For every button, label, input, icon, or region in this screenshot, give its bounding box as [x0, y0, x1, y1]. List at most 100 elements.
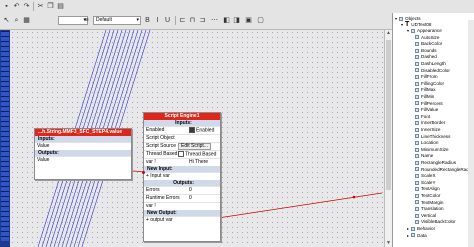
runtime-errors-label: Runtime Errors — [146, 195, 180, 201]
tree-item[interactable]: FillFrom — [415, 74, 438, 79]
panel-scrollbar[interactable] — [468, 20, 474, 247]
save-icon[interactable]: ▪ — [2, 2, 11, 11]
tree-item[interactable]: Dashed — [415, 54, 437, 59]
tree-item-label: Appearance — [417, 28, 442, 33]
text-object-icon: T — [405, 21, 410, 28]
tree-item[interactable]: FillPercent — [415, 101, 443, 106]
tree-item[interactable]: Font — [415, 114, 430, 119]
bring-front-icon[interactable]: ◧ — [222, 16, 231, 25]
string-node[interactable]: ...h.String.MMF3_SFC_STEP4.value Inputs:… — [34, 128, 132, 180]
group-icon[interactable]: ▣ — [244, 16, 253, 25]
property-icon — [415, 180, 419, 185]
property-icon — [415, 94, 419, 99]
script-engine-node[interactable]: Script Engine1 Inputs: Enabled Enabled S… — [143, 112, 221, 242]
tree-item-label: ScaleY — [421, 179, 436, 185]
tree-item[interactable]: FillingColor — [415, 81, 444, 86]
tree-item[interactable]: AutoSize — [415, 35, 439, 40]
add-input-var-button[interactable]: + Input var — [144, 172, 220, 180]
scroll-down-icon[interactable]: ▼ — [385, 240, 392, 247]
tree-item[interactable]: FillMin — [415, 94, 434, 99]
tree-item-label: Behavior — [417, 226, 436, 231]
design-canvas[interactable]: ...h.String.MMF3_SFC_STEP4.value Inputs:… — [10, 30, 384, 247]
distribute-icon[interactable]: ⋯ — [210, 16, 219, 25]
paste-icon[interactable]: ▤ — [56, 2, 65, 11]
objects-panel: ▾ Objects ▾ T UDText08 ▾ Appearance AutoSize B… — [392, 13, 474, 247]
tree-item[interactable]: ScaleX — [415, 173, 436, 178]
enabled-value: Enabled — [196, 127, 215, 134]
tree-item[interactable]: ScaleY — [415, 180, 436, 185]
tree-item[interactable]: MinimumSize — [415, 147, 449, 152]
tree-item[interactable]: Name — [415, 153, 433, 158]
tree-item[interactable]: Location — [415, 140, 438, 145]
tree-item[interactable]: DisabledColor — [415, 68, 450, 73]
tree-item[interactable]: DashLength — [415, 61, 446, 66]
tree-item[interactable]: Bounds — [415, 48, 437, 53]
runtime-errors-value: 0 — [189, 195, 192, 201]
canvas-vertical-scrollbar[interactable]: ▲ ▼ — [384, 30, 392, 247]
property-icon — [415, 121, 419, 126]
align-right-icon[interactable]: ⊐ — [198, 16, 207, 25]
ungroup-icon[interactable]: ▢ — [256, 16, 265, 25]
thread-based-value: Thread Based — [185, 151, 217, 158]
tree-item-label: InnerSize — [421, 127, 441, 132]
property-icon — [415, 41, 419, 46]
property-icon — [415, 206, 419, 211]
grid-icon[interactable]: ▦ — [22, 16, 31, 25]
tree-item[interactable]: Translation — [415, 206, 444, 211]
bold-icon[interactable]: B — [143, 16, 152, 25]
zoom-icon[interactable]: ⌕ — [12, 16, 21, 25]
align-left-icon[interactable]: ⊏ — [178, 16, 187, 25]
pointer-icon[interactable]: ↖ — [2, 16, 11, 25]
tree-item[interactable]: Vertical — [415, 213, 436, 218]
tree-item-label: Dashed — [421, 54, 437, 60]
var-output-row[interactable]: var ! — [144, 202, 220, 210]
property-icon — [415, 140, 419, 145]
tree-item[interactable]: ▸ Behavior — [407, 226, 435, 231]
input-port-dot[interactable] — [142, 171, 145, 174]
undo-icon[interactable]: ↶ — [12, 2, 21, 11]
value-input-row[interactable]: Value — [35, 142, 131, 150]
send-back-icon[interactable]: ◨ — [232, 16, 241, 25]
italic-icon[interactable]: I — [153, 16, 162, 25]
redo-icon[interactable]: ↷ — [22, 2, 31, 11]
tree-item[interactable]: ▸ Data — [407, 233, 427, 238]
property-icon — [415, 114, 419, 119]
property-icon — [415, 55, 419, 60]
tree-item[interactable]: FillValue — [415, 107, 438, 112]
property-icon — [415, 101, 419, 106]
connection-wire-output[interactable] — [217, 192, 383, 219]
tree-item[interactable]: ▾ Appearance — [407, 28, 442, 33]
tree-item[interactable]: RoundedRectangleRadius — [415, 167, 474, 172]
cut-icon[interactable]: ✂ — [36, 2, 45, 11]
scroll-thumb[interactable] — [386, 40, 391, 190]
tree-item[interactable]: TextAlign — [415, 186, 440, 191]
tree-item[interactable]: RectangleRadius — [415, 160, 456, 165]
style-combo[interactable]: Default ▾ — [93, 16, 141, 25]
tree-item[interactable]: VisibleBackColor — [415, 219, 456, 224]
tree-item[interactable]: TextMargin — [415, 200, 443, 205]
var-input-row[interactable]: var ! Hi There — [144, 158, 220, 166]
tree-item[interactable]: LineThickness — [415, 134, 450, 139]
edit-script-button[interactable]: Edit Script... — [178, 143, 211, 150]
toolbar-row-top: ▪ ↶ ↷ ✂ ❐ ▤ — [0, 0, 400, 13]
tree-item[interactable]: InnerSize — [415, 127, 440, 132]
align-icon[interactable]: ≡ — [82, 16, 91, 25]
add-output-var-button[interactable]: + output var — [144, 216, 220, 224]
tree-item-label: Vertical — [421, 212, 437, 218]
copy-icon[interactable]: ❐ — [46, 2, 55, 11]
tree-item[interactable]: InnerBorder — [415, 120, 445, 125]
property-icon — [411, 233, 415, 238]
tree-item[interactable]: TextColor — [415, 193, 440, 198]
tree-item-label: FillPercent — [421, 100, 443, 106]
tree-item-label: FillValue — [421, 107, 439, 113]
value-output-row[interactable]: Value — [35, 156, 131, 164]
tree-item[interactable]: BackColor — [415, 41, 442, 46]
property-icon — [415, 48, 419, 53]
tree-item[interactable]: FillMax — [415, 87, 436, 92]
errors-label: Errors — [146, 187, 160, 193]
scroll-up-icon[interactable]: ▲ — [385, 30, 392, 37]
var-input-label: var ! — [146, 159, 156, 165]
underline-icon[interactable]: U — [163, 16, 172, 25]
align-center-icon[interactable]: ⊓ — [188, 16, 197, 25]
tree-object[interactable]: ▾ T UDText08 — [401, 21, 431, 28]
